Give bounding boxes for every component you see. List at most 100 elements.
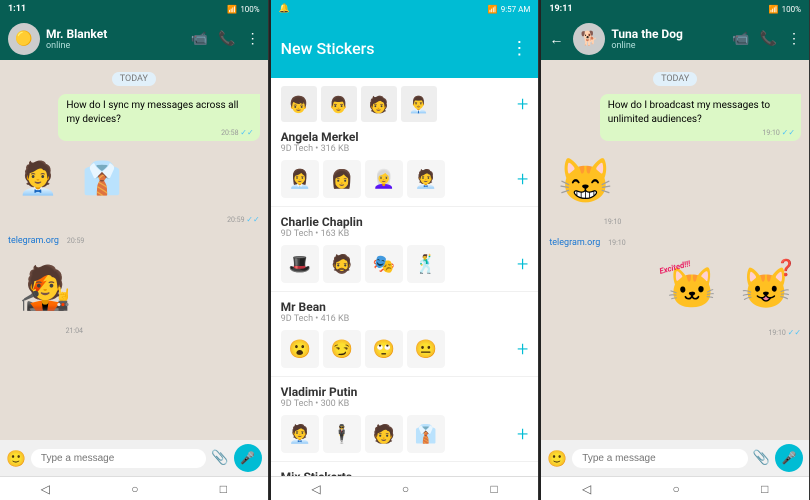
attach-icon-1[interactable]: 📎	[211, 450, 228, 466]
telegram-link-3[interactable]: telegram.org 19:10	[549, 230, 801, 249]
message-input-3[interactable]	[572, 449, 747, 468]
sticker-thumb-angela-4: 🧑‍💼	[407, 160, 445, 198]
attach-icon-3[interactable]: 📎	[753, 450, 770, 466]
add-angela-button[interactable]: +	[517, 167, 528, 191]
mic-button-3[interactable]: 🎤	[775, 444, 803, 472]
sticker-thumb-charlie-1: 🎩	[281, 245, 319, 283]
input-bar-1: 🙂 📎 🎤	[0, 440, 268, 476]
pack-name-angela: Angela Merkel	[281, 130, 529, 144]
sticker-thumb-charlie-4: 🕺	[407, 245, 445, 283]
add-charlie-button[interactable]: +	[517, 252, 528, 276]
recents-nav-3[interactable]: □	[761, 482, 768, 496]
contact-name-3: Tuna the Dog	[611, 27, 726, 41]
time-1: 1:11	[8, 4, 26, 14]
sticker-thumb-bean-3: 🙄	[365, 330, 403, 368]
sticker-time-in-3: 19:10	[549, 218, 621, 226]
back-button-3[interactable]: ←	[549, 31, 563, 48]
chat-header-3: ← 🐕 Tuna the Dog online 📹 📞 ⋮	[541, 18, 809, 60]
nav-bar-2: ◁ ○ □	[271, 476, 539, 500]
sticker-thumb-bean-2: 😏	[323, 330, 361, 368]
sticker-excited-container: 🐱 Excited!!!	[657, 253, 727, 323]
video-call-icon-3[interactable]: 📹	[732, 31, 749, 47]
sticker-more-icon[interactable]: ⋮	[510, 38, 528, 59]
chat-header-1: 🟡 Mr. Blanket online 📹 📞 ⋮	[0, 18, 268, 60]
pack-meta-charlie: 9D Tech • 163 KB	[281, 229, 529, 239]
sticker-cat-1: 🐱	[657, 253, 727, 323]
sticker-single-1: 🧑‍🎤 21:04	[8, 251, 83, 335]
sticker-thumb-angela-3: 👩‍🦳	[365, 160, 403, 198]
add-sticker-top[interactable]: +	[517, 92, 528, 116]
sticker-pair-1: 🧑‍💼 👔	[8, 145, 132, 210]
signal-icon-2: 📶	[488, 5, 498, 14]
sticker-pair-out-3: 🐱 Excited!!! 😺 ❓	[657, 253, 801, 323]
sticker-pack-putin: Vladimir Putin 9D Tech • 300 KB 🧑‍💼 🕴️ 🧑…	[271, 377, 539, 462]
recents-nav-2[interactable]: □	[490, 482, 497, 496]
header-info-3: Tuna the Dog online	[611, 27, 726, 51]
time-display-2: 9:57 AM	[501, 5, 531, 14]
voice-call-icon-1[interactable]: 📞	[218, 31, 235, 47]
more-options-icon-3[interactable]: ⋮	[787, 31, 801, 47]
status-bar-1: 1:11 📶 100%	[0, 0, 268, 18]
pack-info-bean: Mr Bean 9D Tech • 416 KB	[281, 300, 529, 324]
back-nav-1[interactable]: ◁	[41, 482, 50, 496]
home-nav-2[interactable]: ○	[402, 482, 409, 496]
pack-name-charlie: Charlie Chaplin	[281, 215, 529, 229]
battery-icon-3: 100%	[782, 5, 801, 14]
telegram-link-1[interactable]: telegram.org 20:59	[8, 228, 260, 247]
header-icons-1: 📹 📞 ⋮	[191, 31, 260, 47]
pack-items-bean: 😮 😏 🙄 😐 +	[281, 330, 529, 368]
header-info-1: Mr. Blanket online	[46, 27, 185, 51]
message-time-3: 19:10 ✓✓	[762, 127, 795, 139]
back-nav-2[interactable]: ◁	[311, 482, 320, 496]
emoji-icon-3[interactable]: 🙂	[547, 449, 567, 468]
battery-icon-1: 100%	[240, 5, 259, 14]
date-badge-1: TODAY	[112, 72, 156, 86]
sticker-list-title: New Stickers	[281, 39, 505, 58]
signal-icon-3: 📶	[769, 5, 779, 14]
back-nav-3[interactable]: ◁	[582, 482, 591, 496]
sticker-1b: 👔	[72, 145, 132, 210]
pack-items-charlie: 🎩 🧔 🎭 🕺 +	[281, 245, 529, 283]
avatar-1: 🟡	[8, 23, 40, 55]
input-bar-3: 🙂 📎 🎤	[541, 440, 809, 476]
nav-bar-3: ◁ ○ □	[541, 476, 809, 500]
sticker-thumb-putin-2: 🕴️	[323, 415, 361, 453]
pack-info-putin: Vladimir Putin 9D Tech • 300 KB	[281, 385, 529, 409]
header-icons-3: 📹 📞 ⋮	[732, 31, 801, 47]
status-icons-1: 📶 100%	[227, 5, 259, 14]
time-2: 🔔	[279, 4, 290, 14]
pack-name-bean: Mr Bean	[281, 300, 529, 314]
sticker-thumb-putin-1: 🧑‍💼	[281, 415, 319, 453]
sticker-thumb-angela-1: 👩‍💼	[281, 160, 319, 198]
recents-nav-1[interactable]: □	[220, 482, 227, 496]
home-nav-1[interactable]: ○	[131, 482, 138, 496]
contact-status-1: online	[46, 41, 185, 51]
tick-icon-3: ✓✓	[782, 128, 795, 137]
signal-icon-1: 📶	[227, 5, 237, 14]
top-sticker-2: 👨	[321, 86, 357, 122]
status-icons-3: 📶 100%	[769, 5, 801, 14]
voice-call-icon-3[interactable]: 📞	[760, 31, 777, 47]
add-putin-button[interactable]: +	[517, 422, 528, 446]
sticker-list-header: New Stickers ⋮	[271, 18, 539, 78]
more-options-icon-1[interactable]: ⋮	[246, 31, 260, 47]
contact-name-1: Mr. Blanket	[46, 27, 185, 41]
sticker-pack-angela-merkel: Angela Merkel 9D Tech • 316 KB 👩‍💼 👩 👩‍🦳…	[271, 122, 539, 207]
sticker-time-out-3: 19:10 ✓✓	[768, 328, 801, 337]
pack-meta-putin: 9D Tech • 300 KB	[281, 399, 529, 409]
pack-info-angela: Angela Merkel 9D Tech • 316 KB	[281, 130, 529, 154]
mic-button-1[interactable]: 🎤	[234, 444, 262, 472]
message-1: How do I sync my messages across all my …	[58, 94, 259, 141]
sticker-thumb-bean-1: 😮	[281, 330, 319, 368]
telegram-time-3: 19:10	[608, 239, 625, 247]
status-bar-2: 🔔 📶 9:57 AM	[271, 0, 539, 18]
sticker-thumb-putin-4: 👔	[407, 415, 445, 453]
sticker-header-icons: ⋮	[510, 38, 528, 59]
home-nav-3[interactable]: ○	[673, 482, 680, 496]
emoji-icon-1[interactable]: 🙂	[6, 449, 26, 468]
message-input-1[interactable]	[31, 449, 206, 468]
video-call-icon-1[interactable]: 📹	[191, 31, 208, 47]
sticker-pack-charlie-chaplin: Charlie Chaplin 9D Tech • 163 KB 🎩 🧔 🎭 🕺…	[271, 207, 539, 292]
sticker-thumb-charlie-2: 🧔	[323, 245, 361, 283]
add-bean-button[interactable]: +	[517, 337, 528, 361]
